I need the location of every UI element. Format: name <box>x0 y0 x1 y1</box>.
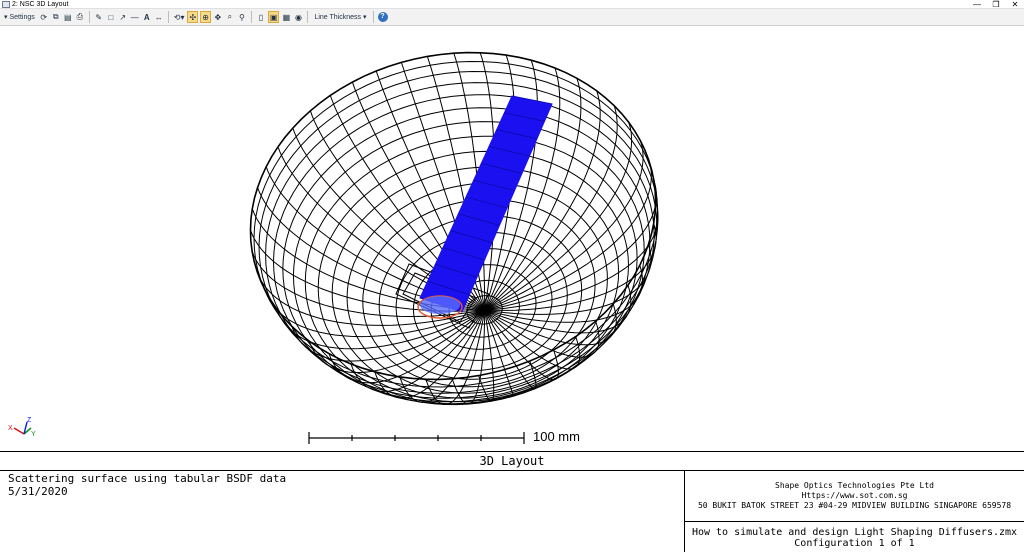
window-titlebar: 2: NSC 3D Layout — ❐ ✕ <box>0 0 1024 9</box>
footer-description: Scattering surface using tabular BSDF da… <box>0 471 685 552</box>
settings-label: Settings <box>9 13 35 21</box>
date-line: 5/31/2020 <box>8 485 68 498</box>
file-name: How to simulate and design Light Shaping… <box>691 527 1018 538</box>
rectangle-icon[interactable]: □ <box>106 11 116 23</box>
reset-view-icon[interactable]: ⚲ <box>237 11 247 23</box>
close-button[interactable]: ✕ <box>1010 0 1020 9</box>
axis-z-label: Z <box>27 417 32 424</box>
axis-x-line <box>13 427 25 435</box>
rotate-icon[interactable]: ⟲▾ <box>173 11 186 23</box>
footer-file-info: How to simulate and design Light Shaping… <box>685 522 1024 552</box>
window-title: 2: NSC 3D Layout <box>12 1 69 8</box>
ray-beam <box>417 95 553 319</box>
footer-title: 3D Layout <box>0 451 1024 471</box>
minimize-button[interactable]: — <box>972 0 982 9</box>
footer-company-info: Shape Optics Technologies Pte Ltd Https:… <box>685 471 1024 522</box>
axis-x-label: X <box>8 425 13 432</box>
dome-meridian <box>291 309 485 362</box>
text-icon[interactable]: A <box>142 11 152 23</box>
toolbar-separator <box>372 11 374 23</box>
company-address: 50 BUKIT BATOK STREET 23 #04-29 MIDVIEW … <box>697 501 1012 510</box>
line-thickness-dropdown[interactable]: Line Thickness ▾ <box>312 11 368 23</box>
frame-icon[interactable]: ▣ <box>267 11 280 23</box>
line-icon[interactable]: — <box>130 11 140 23</box>
window-controls: — ❐ ✕ <box>972 0 1020 9</box>
source-face <box>420 296 460 314</box>
layout-drawing: X YZ <box>8 51 659 444</box>
clipboard-icon[interactable]: ▯ <box>256 11 266 23</box>
restore-button[interactable]: ❐ <box>991 0 1001 9</box>
description-line: Scattering surface using tabular BSDF da… <box>8 472 287 485</box>
layout-viewport[interactable]: X YZ <box>0 26 1024 452</box>
configuration-label: Configuration 1 of 1 <box>794 538 915 549</box>
fit-icon[interactable]: ⌕ <box>225 11 235 23</box>
dome-meridian <box>484 309 600 358</box>
line-thickness-label: Line Thickness <box>314 13 362 21</box>
pan-icon[interactable]: ✥ <box>213 11 223 23</box>
copy-icon[interactable]: ⧉ <box>51 11 61 23</box>
save-icon[interactable]: ▤ <box>63 11 73 23</box>
export-icon[interactable]: ▦ <box>281 11 291 23</box>
arrow-icon[interactable]: ↗ <box>118 11 128 23</box>
toolbar-separator <box>307 11 309 23</box>
toolbar-separator <box>88 11 90 23</box>
axis-y-label: Y <box>31 431 36 438</box>
beam-body <box>419 95 553 313</box>
axis-triad: X YZ <box>8 417 36 438</box>
scale-bar-label: 100 mm <box>533 429 580 444</box>
company-website: Https://www.sot.com.sg <box>801 491 908 500</box>
help-icon[interactable]: ? <box>377 12 388 22</box>
axis-rotate-icon[interactable]: ✣ <box>187 11 199 23</box>
app-window-icon <box>2 1 10 8</box>
refresh-icon[interactable]: ⟳ <box>39 11 49 23</box>
dimension-icon[interactable]: ↔ <box>154 11 164 23</box>
zoom-icon[interactable]: ⊕ <box>200 11 211 23</box>
scale-bar <box>308 432 525 444</box>
toolbar: ▾ Settings ⟳ ⧉ ▤ ⎙ ✎ □ ↗ — A ↔ ⟲▾ ✣ ⊕ ✥ … <box>0 9 1024 26</box>
target-icon[interactable]: ◉ <box>293 11 303 23</box>
toolbar-separator <box>250 11 252 23</box>
print-icon[interactable]: ⎙ <box>75 11 85 23</box>
settings-button[interactable]: ▾ Settings <box>2 11 37 23</box>
company-name: Shape Optics Technologies Pte Ltd <box>775 481 934 490</box>
pencil-icon[interactable]: ✎ <box>94 11 104 23</box>
toolbar-separator <box>167 11 169 23</box>
